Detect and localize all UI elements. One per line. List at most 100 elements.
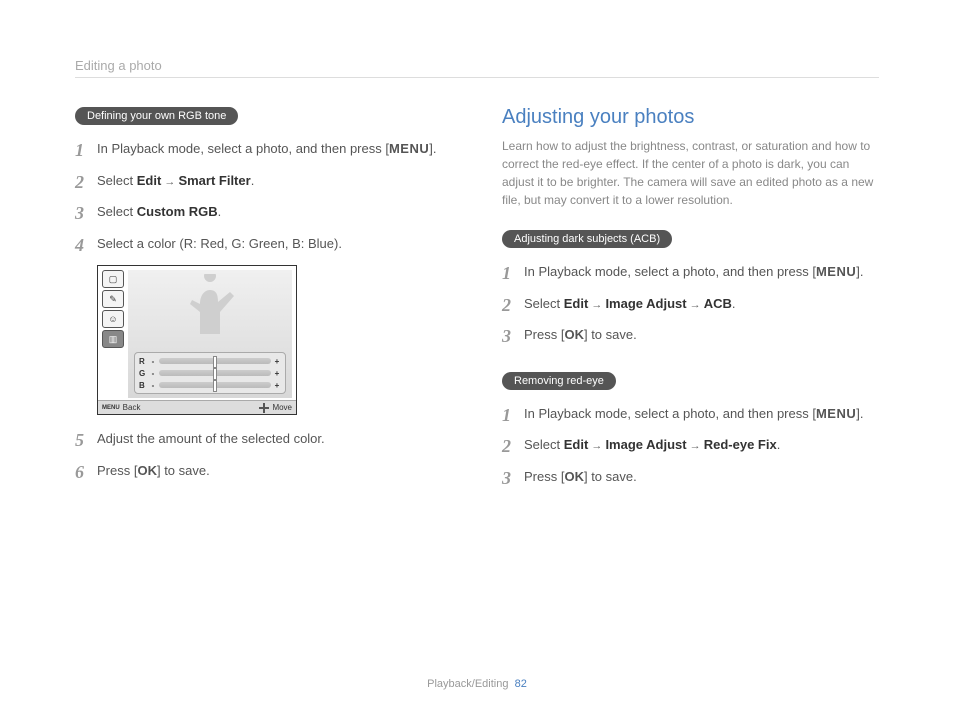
diagram-footer-move: Move (259, 403, 292, 413)
step-text: Select (524, 296, 564, 311)
acb-section: Adjusting dark subjects (ACB) In Playbac… (502, 229, 879, 345)
step-6: Press [OK] to save. (75, 461, 452, 481)
menu-icon: MENU (102, 405, 120, 411)
step-text: Select (524, 437, 564, 452)
step-4: Select a color (R: Red, G: Green, B: Blu… (75, 234, 452, 254)
step-text: ] to save. (157, 463, 210, 478)
step-text: ] to save. (584, 469, 637, 484)
person-silhouette-icon (180, 274, 240, 344)
move-label: Move (272, 403, 292, 412)
camera-screen-diagram: ▢ ✎ ☺ ▥ R - + G - (97, 265, 297, 415)
step-3: Press [OK] to save. (502, 467, 879, 487)
redeye-steps: In Playback mode, select a photo, and th… (502, 404, 879, 487)
minus-icon: - (149, 369, 157, 378)
pill-rgb-tone: Defining your own RGB tone (75, 107, 238, 125)
step-text: ] to save. (584, 327, 637, 342)
step-text: Press [ (97, 463, 137, 478)
slider-bar (159, 382, 271, 388)
step-1: In Playback mode, select a photo, and th… (75, 139, 452, 159)
content-columns: Defining your own RGB tone In Playback m… (75, 106, 879, 512)
rgb-row-g: G - + (139, 368, 281, 378)
intro-paragraph: Learn how to adjust the brightness, cont… (502, 137, 879, 209)
footer-section: Playback/Editing (427, 678, 508, 690)
ok-label: OK (564, 469, 584, 484)
arrow-icon: → (687, 299, 704, 311)
bold-image-adjust: Image Adjust (605, 437, 686, 452)
bold-edit: Edit (137, 173, 162, 188)
step-text: In Playback mode, select a photo, and th… (97, 141, 389, 156)
diagram-footer-back: MENU Back (102, 403, 140, 412)
rgb-label-r: R (139, 357, 149, 366)
step-text: . (218, 204, 222, 219)
rgb-steps-cont: Adjust the amount of the selected color.… (75, 429, 452, 480)
mode-icon-2: ✎ (102, 290, 124, 308)
pill-redeye: Removing red-eye (502, 372, 616, 390)
plus-icon: + (273, 357, 281, 366)
menu-label: MENU (816, 264, 856, 279)
bold-image-adjust: Image Adjust (605, 296, 686, 311)
bold-custom-rgb: Custom RGB (137, 204, 218, 219)
bold-acb: ACB (704, 296, 732, 311)
bold-edit: Edit (564, 296, 589, 311)
minus-icon: - (149, 357, 157, 366)
page-header: Editing a photo (75, 58, 879, 78)
bold-redeye-fix: Red-eye Fix (704, 437, 777, 452)
nav-cross-icon (259, 403, 269, 413)
ok-label: OK (137, 463, 157, 478)
step-text: ]. (429, 141, 436, 156)
arrow-icon: → (687, 440, 704, 452)
mode-icon-3: ☺ (102, 310, 124, 328)
slider-bar (159, 370, 271, 376)
slider-bar (159, 358, 271, 364)
diagram-footer: MENU Back Move (98, 400, 296, 414)
step-text: Press [ (524, 469, 564, 484)
plus-icon: + (273, 369, 281, 378)
bold-edit: Edit (564, 437, 589, 452)
diagram-preview: R - + G - + B - + (128, 270, 292, 398)
minus-icon: - (149, 381, 157, 390)
mode-icon-4-active: ▥ (102, 330, 124, 348)
adjusting-photos-heading: Adjusting your photos (502, 106, 879, 129)
arrow-icon: → (588, 299, 605, 311)
step-text: . (251, 173, 255, 188)
plus-icon: + (273, 381, 281, 390)
step-1: In Playback mode, select a photo, and th… (502, 262, 879, 282)
rgb-label-b: B (139, 381, 149, 390)
step-text: . (777, 437, 781, 452)
step-1: In Playback mode, select a photo, and th… (502, 404, 879, 424)
pill-acb: Adjusting dark subjects (ACB) (502, 230, 672, 248)
rgb-label-g: G (139, 369, 149, 378)
step-5: Adjust the amount of the selected color. (75, 429, 452, 449)
step-text: ]. (856, 406, 863, 421)
step-text: Select (97, 204, 137, 219)
redeye-section: Removing red-eye In Playback mode, selec… (502, 371, 879, 487)
right-column: Adjusting your photos Learn how to adjus… (502, 106, 879, 512)
back-label: Back (123, 403, 141, 412)
step-text: ]. (856, 264, 863, 279)
acb-steps: In Playback mode, select a photo, and th… (502, 262, 879, 345)
step-text: Press [ (524, 327, 564, 342)
step-text: . (732, 296, 736, 311)
arrow-icon: → (588, 440, 605, 452)
step-text: Select (97, 173, 137, 188)
step-3: Press [OK] to save. (502, 325, 879, 345)
menu-label: MENU (816, 406, 856, 421)
step-text: In Playback mode, select a photo, and th… (524, 264, 816, 279)
ok-label: OK (564, 327, 584, 342)
page-number: 82 (515, 678, 527, 690)
rgb-slider-panel: R - + G - + B - + (134, 352, 286, 394)
step-2: Select Edit → Image Adjust → Red-eye Fix… (502, 435, 879, 455)
left-column: Defining your own RGB tone In Playback m… (75, 106, 452, 512)
step-2: Select Edit → Image Adjust → ACB. (502, 294, 879, 314)
mode-icon-1: ▢ (102, 270, 124, 288)
step-3: Select Custom RGB. (75, 202, 452, 222)
menu-label: MENU (389, 141, 429, 156)
arrow-icon: → (161, 176, 178, 188)
step-text: In Playback mode, select a photo, and th… (524, 406, 816, 421)
rgb-row-r: R - + (139, 356, 281, 366)
diagram-sidebar: ▢ ✎ ☺ ▥ (102, 270, 124, 348)
rgb-row-b: B - + (139, 380, 281, 390)
step-2: Select Edit → Smart Filter. (75, 171, 452, 191)
rgb-steps: In Playback mode, select a photo, and th… (75, 139, 452, 253)
bold-smart-filter: Smart Filter (178, 173, 250, 188)
